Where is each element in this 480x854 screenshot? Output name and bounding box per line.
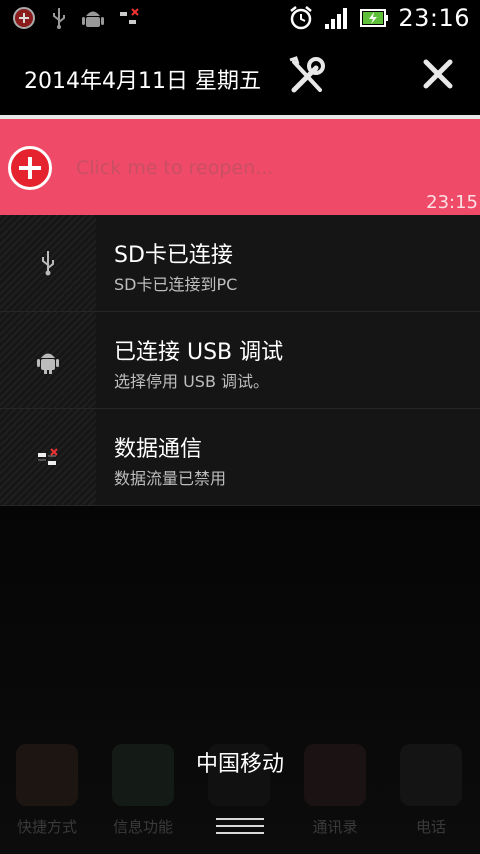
dock-label: 快捷方式 (16, 818, 77, 836)
alarm-icon (290, 6, 313, 30)
dock-label: 通讯录 (312, 818, 358, 836)
banner-text: Click me to reopen... (76, 157, 274, 179)
notification-subtitle: 选择停用 USB 调试。 (114, 372, 270, 391)
notification-icon-box (0, 215, 96, 311)
wrench-screwdriver-icon (289, 56, 325, 93)
usb-icon (53, 8, 65, 29)
notification-sd-card[interactable]: SD卡已连接 SD卡已连接到PC (0, 215, 480, 312)
data-off-icon (38, 448, 58, 465)
battery-charging-icon (360, 9, 389, 27)
android-icon (37, 353, 59, 374)
notification-subtitle: 数据流量已禁用 (114, 469, 227, 488)
notification-title: 已连接 USB 调试 (114, 340, 284, 365)
carrier-label: 中国移动 (195, 752, 284, 777)
dock-label: 电话 (415, 818, 446, 836)
banner-time: 23:15 (426, 192, 478, 213)
signal-icon (325, 8, 348, 29)
notification-usb-debug[interactable]: 已连接 USB 调试 选择停用 USB 调试。 (0, 312, 480, 409)
date-label: 2014年4月11日 星期五 (24, 69, 261, 94)
close-button[interactable] (420, 56, 460, 96)
notification-data-disabled[interactable]: 数据通信 数据流量已禁用 (0, 409, 480, 506)
plus-circle-icon (13, 7, 35, 29)
clock: 23:16 (398, 4, 470, 32)
notification-icon-box (0, 409, 96, 505)
settings-button[interactable] (286, 56, 330, 100)
notification-title: 数据通信 (114, 437, 203, 462)
android-icon (82, 11, 104, 27)
notification-title: SD卡已连接 (114, 243, 233, 268)
drag-handle[interactable] (216, 818, 264, 842)
close-icon (423, 59, 453, 89)
status-bar: 23:16 (0, 0, 480, 38)
shade-header: 2014年4月11日 星期五 (0, 38, 480, 116)
notification-icon-box (0, 312, 96, 408)
notification-shade: 23:16 2014年4月11日 星期五 Click me to reopen.… (0, 0, 480, 854)
reopen-banner[interactable]: Click me to reopen... 23:15 (0, 119, 480, 215)
usb-icon (42, 251, 54, 276)
dock-label: 信息功能 (112, 818, 173, 836)
plus-circle-icon (8, 146, 52, 190)
data-off-icon (120, 8, 139, 24)
notification-subtitle: SD卡已连接到PC (114, 275, 238, 294)
